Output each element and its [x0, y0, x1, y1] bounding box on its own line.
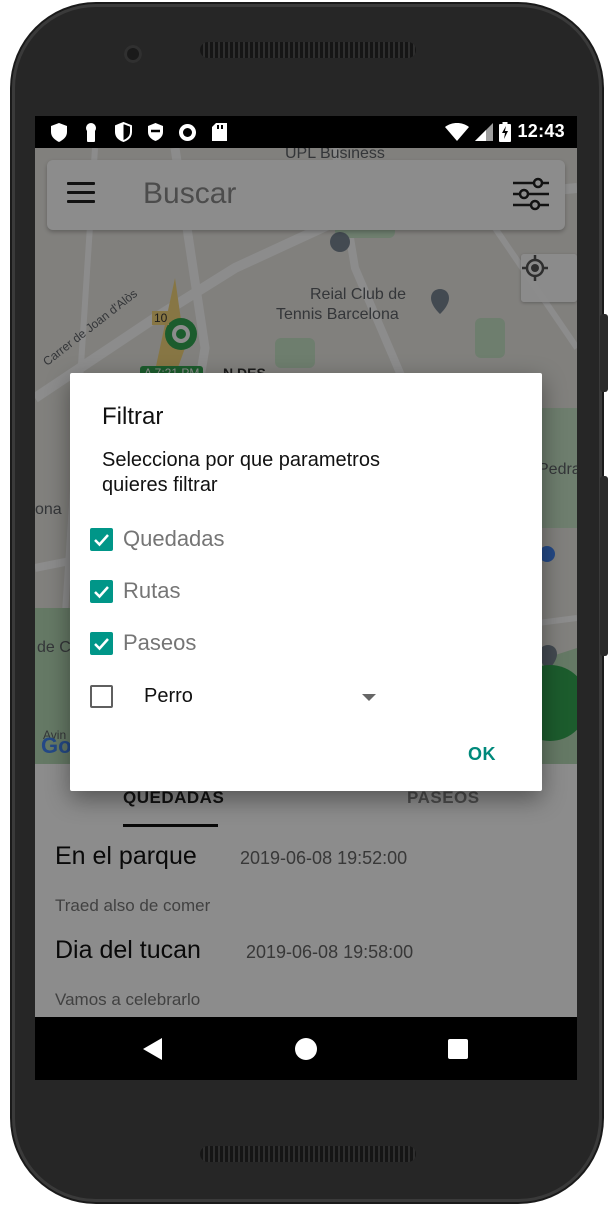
- option-rutas[interactable]: Rutas: [90, 576, 180, 606]
- status-bar: 12:43: [35, 116, 577, 148]
- top-speaker: [200, 42, 416, 58]
- checkbox-quedadas[interactable]: [90, 527, 113, 551]
- front-camera: [124, 45, 142, 63]
- option-perro[interactable]: [90, 681, 113, 711]
- sd-card-icon: [209, 122, 229, 142]
- record-icon: [177, 122, 197, 142]
- option-label-paseos[interactable]: Paseos: [123, 630, 196, 656]
- option-paseos[interactable]: Paseos: [90, 628, 196, 658]
- chevron-down-icon[interactable]: [362, 694, 376, 701]
- animal-dropdown[interactable]: Perro: [144, 683, 376, 713]
- shield-half-icon: [113, 122, 133, 142]
- recents-icon[interactable]: [448, 1039, 468, 1059]
- wifi-icon: [445, 122, 470, 141]
- checkbox-rutas[interactable]: [90, 579, 113, 603]
- volume-button: [600, 476, 608, 656]
- checkbox-paseos[interactable]: [90, 631, 113, 655]
- ok-button[interactable]: OK: [468, 744, 496, 765]
- shield-icon: [49, 122, 69, 142]
- dialog-message: Selecciona por que parametros quieres fi…: [102, 449, 380, 496]
- signal-icon: [475, 122, 494, 141]
- bottom-speaker: [200, 1146, 416, 1162]
- dropdown-value[interactable]: Perro: [144, 685, 193, 708]
- navigation-bar: [35, 1017, 577, 1080]
- option-quedadas[interactable]: Quedadas: [90, 524, 225, 554]
- back-icon[interactable]: [143, 1038, 162, 1060]
- filter-dialog: Filtrar Selecciona por que parametros qu…: [70, 373, 542, 791]
- keyhole-icon: [81, 122, 101, 142]
- status-time: 12:43: [517, 121, 565, 141]
- power-button: [600, 314, 608, 392]
- battery-charging-icon: [499, 121, 512, 142]
- dialog-title: Filtrar: [102, 403, 164, 430]
- shield-check-icon: [145, 122, 165, 142]
- home-icon[interactable]: [295, 1038, 317, 1060]
- option-label-rutas[interactable]: Rutas: [123, 578, 180, 604]
- option-label-quedadas[interactable]: Quedadas: [123, 526, 225, 552]
- checkbox-perro[interactable]: [90, 684, 113, 708]
